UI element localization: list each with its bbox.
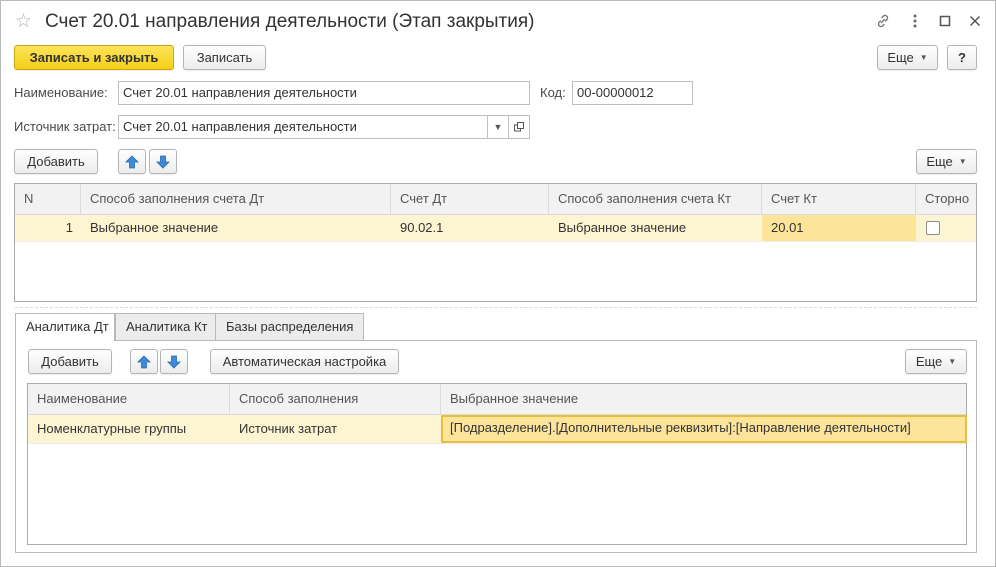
more-label: Еще <box>915 354 943 369</box>
analytics-more-button[interactable]: Еще ▼ <box>905 349 967 374</box>
code-label: Код: <box>540 85 566 100</box>
window-title: Счет 20.01 направления деятельности (Эта… <box>45 11 535 32</box>
auto-setup-button[interactable]: Автоматическая настройка <box>210 349 399 374</box>
move-down-button[interactable] <box>149 149 177 174</box>
name-input[interactable]: Счет 20.01 направления деятельности <box>118 81 530 105</box>
column-header[interactable]: Способ заполнения <box>230 384 441 414</box>
save-and-close-button[interactable]: Записать и закрыть <box>14 45 174 70</box>
analytics-value-cell[interactable]: [Подразделение].[Дополнительные реквизит… <box>441 415 967 443</box>
tab-analytics-kt[interactable]: Аналитика Кт <box>115 313 216 340</box>
move-up-button[interactable] <box>118 149 146 174</box>
column-header[interactable]: Сторно <box>916 184 976 214</box>
column-header[interactable]: Способ заполнения счета Кт <box>549 184 762 214</box>
arrow-down-icon <box>156 155 170 169</box>
entries-table[interactable]: N Способ заполнения счета Дт Счет Дт Спо… <box>14 183 977 302</box>
table-row[interactable]: 1 Выбранное значение 90.02.1 Выбранное з… <box>15 215 976 242</box>
source-label: Источник затрат: <box>14 119 116 134</box>
dt-account-cell[interactable]: 90.02.1 <box>391 215 549 241</box>
analytics-name-cell[interactable]: Номенклатурные группы <box>28 415 230 443</box>
open-form-icon[interactable] <box>508 115 530 139</box>
save-button[interactable]: Записать <box>183 45 266 70</box>
document-window: ☆ Счет 20.01 направления деятельности (Э… <box>0 0 996 567</box>
column-header[interactable]: N <box>15 184 81 214</box>
dt-method-cell[interactable]: Выбранное значение <box>81 215 391 241</box>
link-icon[interactable] <box>871 9 895 33</box>
add-row-button[interactable]: Добавить <box>14 149 98 174</box>
tab-distribution-bases[interactable]: Базы распределения <box>215 313 364 340</box>
column-header[interactable]: Наименование <box>28 384 230 414</box>
analytics-move-down-button[interactable] <box>160 349 188 374</box>
arrow-up-icon <box>125 154 139 168</box>
name-label: Наименование: <box>14 85 108 100</box>
column-header[interactable]: Счет Кт <box>762 184 916 214</box>
help-button[interactable]: ? <box>947 45 977 70</box>
code-input[interactable]: 00-00000012 <box>572 81 693 105</box>
kt-method-cell[interactable]: Выбранное значение <box>549 215 762 241</box>
column-header[interactable]: Счет Дт <box>391 184 549 214</box>
table-header: N Способ заполнения счета Дт Счет Дт Спо… <box>15 184 976 215</box>
row-number: 1 <box>65 220 73 235</box>
analytics-table[interactable]: Наименование Способ заполнения Выбранное… <box>27 383 967 545</box>
table-header: Наименование Способ заполнения Выбранное… <box>28 384 966 415</box>
more-vertical-icon[interactable] <box>903 9 927 33</box>
caret-down-icon: ▼ <box>958 157 967 166</box>
caret-down-icon: ▼ <box>948 357 957 366</box>
analytics-method-cell[interactable]: Источник затрат <box>230 415 441 443</box>
maximize-icon[interactable] <box>933 9 957 33</box>
top-table-more-button[interactable]: Еще ▼ <box>916 149 977 174</box>
splitter[interactable] <box>15 307 977 308</box>
storno-cell[interactable] <box>916 215 976 241</box>
analytics-add-button[interactable]: Добавить <box>28 349 112 374</box>
close-icon[interactable] <box>963 9 987 33</box>
caret-down-icon: ▼ <box>919 53 928 62</box>
favorite-star-icon[interactable]: ☆ <box>15 11 32 33</box>
arrow-down-icon <box>167 355 181 369</box>
more-label: Еще <box>887 50 914 65</box>
source-input[interactable]: Счет 20.01 направления деятельности <box>118 115 488 139</box>
arrow-up-icon <box>137 354 151 368</box>
more-button[interactable]: Еще ▼ <box>877 45 938 70</box>
tab-panel-analytics-dt: Добавить Автоматическая настройка Еще ▼ Н… <box>15 340 977 553</box>
analytics-move-up-button[interactable] <box>130 349 158 374</box>
more-label: Еще <box>926 154 953 169</box>
kt-account-cell[interactable]: 20.01 <box>762 215 916 241</box>
column-header[interactable]: Способ заполнения счета Дт <box>81 184 391 214</box>
dropdown-icon[interactable]: ▼ <box>487 115 509 139</box>
table-row[interactable]: Номенклатурные группы Источник затрат [П… <box>28 415 967 444</box>
tab-analytics-dt[interactable]: Аналитика Дт <box>15 313 115 341</box>
column-header[interactable]: Выбранное значение <box>441 384 966 414</box>
storno-checkbox[interactable] <box>926 221 940 235</box>
